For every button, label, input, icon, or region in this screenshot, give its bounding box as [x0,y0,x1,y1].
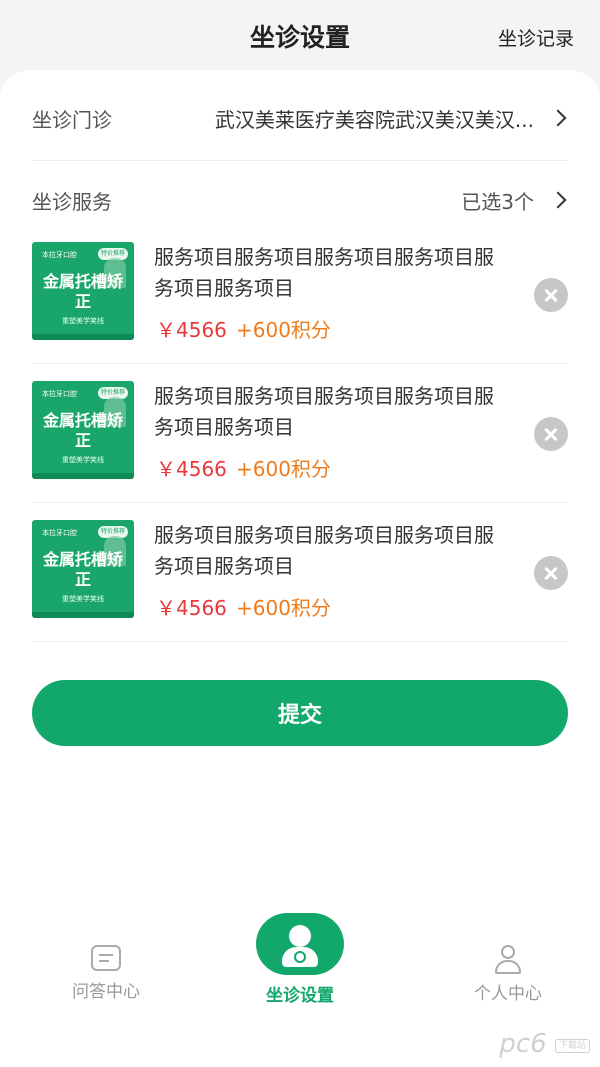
service-selected-count: 已选3个 [461,189,534,214]
chat-icon [91,945,121,971]
service-thumbnail: 本拉牙口腔 特价推荐 金属托槽矫正 重塑美学笑线 [32,242,134,340]
service-item: 本拉牙口腔 特价推荐 金属托槽矫正 重塑美学笑线 服务项目服务项目服务项目服务项… [32,520,568,620]
tab-settings[interactable]: 坐诊设置 [250,913,350,1006]
service-item: 本拉牙口腔 特价推荐 金属托槽矫正 重塑美学笑线 服务项目服务项目服务项目服务项… [32,381,568,481]
thumb-bottom-bar [32,473,134,479]
record-link[interactable]: 坐诊记录 [498,24,574,51]
tab-me[interactable]: 个人中心 [458,945,558,1004]
divider [32,363,568,364]
thumb-title: 金属托槽矫正 [42,411,123,450]
user-icon [493,945,523,975]
tab-qa[interactable]: 问答中心 [56,945,156,1002]
thumb-bottom-bar [32,612,134,618]
remove-icon[interactable] [534,556,568,590]
service-price: ￥4566 [156,318,227,342]
service-points: +600积分 [236,596,331,620]
thumb-title: 金属托槽矫正 [42,272,123,311]
tab-settings-label: 坐诊设置 [266,986,334,1006]
service-row[interactable]: 坐诊服务 已选3个 [32,182,568,218]
service-name: 服务项目服务项目服务项目服务项目服务项目服务项目 [154,245,494,300]
divider [32,502,568,503]
service-thumbnail: 本拉牙口腔 特价推荐 金属托槽矫正 重塑美学笑线 [32,520,134,618]
clinic-value: 武汉美莱医疗美容院武汉美汉美汉... [214,107,534,132]
service-price: ￥4566 [156,596,227,620]
tab-me-label: 个人中心 [474,984,542,1004]
tab-qa-label: 问答中心 [72,982,140,1002]
divider [32,641,568,642]
watermark: pc6 下载站 [499,1029,590,1059]
chevron-right-icon [549,109,567,127]
thumb-bottom-bar [32,334,134,340]
clinic-row[interactable]: 坐诊门诊 武汉美莱医疗美容院武汉美汉美汉... [32,100,568,136]
service-item: 本拉牙口腔 特价推荐 金属托槽矫正 重塑美学笑线 服务项目服务项目服务项目服务项… [32,242,568,342]
thumb-brand: 本拉牙口腔 [42,251,77,259]
thumb-subtitle: 重塑美学笑线 [62,317,104,325]
submit-button[interactable]: 提交 [32,680,568,746]
watermark-badge: 下载站 [554,1039,590,1053]
thumb-title: 金属托槽矫正 [42,550,123,589]
service-name: 服务项目服务项目服务项目服务项目服务项目服务项目 [154,523,494,578]
service-points: +600积分 [236,318,331,342]
service-label: 坐诊服务 [32,189,112,214]
service-price: ￥4566 [156,457,227,481]
remove-icon[interactable] [534,278,568,312]
chevron-right-icon [549,191,567,209]
thumb-brand: 本拉牙口腔 [42,390,77,398]
divider [32,160,568,161]
thumb-brand: 本拉牙口腔 [42,529,77,537]
service-name: 服务项目服务项目服务项目服务项目服务项目服务项目 [154,384,494,439]
watermark-text: pc6 [499,1029,547,1059]
thumb-subtitle: 重塑美学笑线 [62,595,104,603]
doctor-icon [256,913,344,975]
thumb-subtitle: 重塑美学笑线 [62,456,104,464]
clinic-label: 坐诊门诊 [32,107,112,132]
tab-bar: 问答中心 坐诊设置 个人中心 [0,905,600,1015]
service-thumbnail: 本拉牙口腔 特价推荐 金属托槽矫正 重塑美学笑线 [32,381,134,479]
service-points: +600积分 [236,457,331,481]
remove-icon[interactable] [534,417,568,451]
app-header: 坐诊设置 坐诊记录 [0,0,600,72]
